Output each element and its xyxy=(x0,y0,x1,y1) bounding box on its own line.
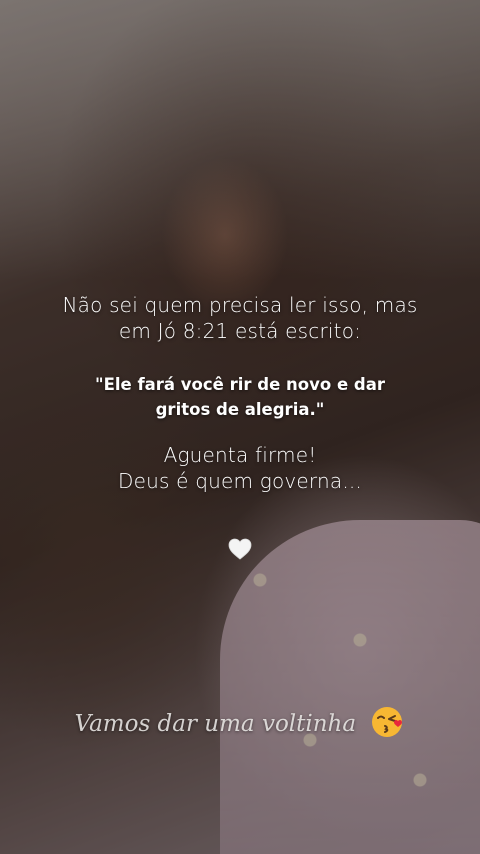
encouragement-line-2: Deus é quem governa... xyxy=(118,469,362,493)
bible-quote-line-2: gritos de alegria." xyxy=(155,400,325,419)
story-text-overlay: Não sei quem precisa ler isso, mas em Jó… xyxy=(0,292,480,565)
caption-text: Vamos dar uma voltinha xyxy=(74,711,357,737)
bible-quote: "Ele fará você rir de novo e dar gritos … xyxy=(0,372,480,422)
encouragement-line-1: Aguenta firme! xyxy=(163,443,317,467)
intro-line-1: Não sei quem precisa ler isso, mas xyxy=(62,293,418,317)
bible-quote-line-1: "Ele fará você rir de novo e dar xyxy=(95,375,385,394)
story-view: Não sei quem precisa ler isso, mas em Jó… xyxy=(0,0,480,854)
encouragement-block: Aguenta firme! Deus é quem governa... xyxy=(0,442,480,494)
face-blowing-kiss-icon xyxy=(371,705,405,739)
intro-line-2: em Jó 8:21 está escrito: xyxy=(118,319,362,343)
story-caption: Vamos dar uma voltinha xyxy=(0,705,480,742)
white-heart-icon xyxy=(228,538,252,560)
